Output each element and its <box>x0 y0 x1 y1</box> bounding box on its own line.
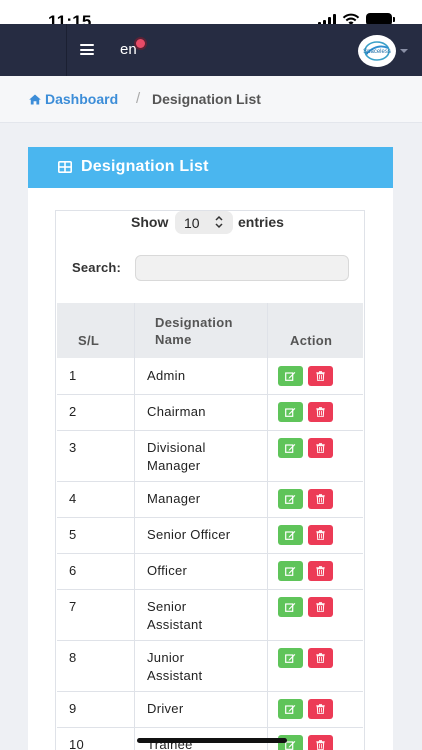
cell-sl: 2 <box>69 404 77 419</box>
search-label: Search: <box>72 260 122 275</box>
entries-label: entries <box>238 214 284 230</box>
delete-button[interactable] <box>308 561 333 581</box>
delete-button[interactable] <box>308 366 333 386</box>
trash-icon <box>316 653 325 663</box>
edit-icon <box>285 408 296 417</box>
edit-icon <box>285 654 296 663</box>
cell-designation-name: Officer <box>147 563 188 578</box>
cell-designation-name: Assistant <box>147 617 203 632</box>
delete-button[interactable] <box>308 489 333 509</box>
show-label: Show <box>131 214 169 230</box>
cell-sl: 10 <box>69 737 85 750</box>
hamburger-menu-icon[interactable] <box>80 44 94 55</box>
card-title: Designation List <box>81 158 209 175</box>
edit-button[interactable] <box>278 699 303 719</box>
edit-icon <box>285 705 296 714</box>
breadcrumb-current: Designation List <box>152 91 261 107</box>
home-icon <box>29 94 41 104</box>
edit-button[interactable] <box>278 438 303 458</box>
delete-button[interactable] <box>308 699 333 719</box>
edit-icon <box>285 372 296 381</box>
chevron-updown-icon <box>215 215 223 229</box>
column-header-sl[interactable]: S/L <box>78 332 99 349</box>
edit-button[interactable] <box>278 525 303 545</box>
user-avatar[interactable]: Spaceless <box>358 35 396 67</box>
breadcrumb-dashboard-label: Dashboard <box>45 91 119 107</box>
trash-icon <box>316 740 325 750</box>
column-header-action: Action <box>290 333 333 348</box>
delete-button[interactable] <box>308 735 333 750</box>
cell-designation-name: Driver <box>147 701 184 716</box>
edit-icon <box>285 603 296 612</box>
column-divider <box>267 303 268 750</box>
table-icon <box>58 161 72 173</box>
cell-designation-name: Assistant <box>147 668 203 683</box>
edit-icon <box>285 444 296 453</box>
cell-designation-name: Admin <box>147 368 186 383</box>
delete-button[interactable] <box>308 402 333 422</box>
delete-button[interactable] <box>308 438 333 458</box>
delete-button[interactable] <box>308 525 333 545</box>
cell-designation-name: Junior <box>147 650 185 665</box>
entries-select-value: 10 <box>184 215 200 231</box>
cell-designation-name: Divisional <box>147 440 206 455</box>
cell-sl: 8 <box>69 650 77 665</box>
edit-button[interactable] <box>278 489 303 509</box>
edit-button[interactable] <box>278 402 303 422</box>
column-header-name-line1[interactable]: Designation <box>155 314 233 331</box>
home-indicator[interactable] <box>137 738 287 743</box>
edit-icon <box>285 531 296 540</box>
navbar-divider <box>66 24 67 76</box>
trash-icon <box>316 602 325 612</box>
language-selector[interactable]: en <box>120 41 137 58</box>
breadcrumb-dashboard-link[interactable]: Dashboard <box>29 91 118 107</box>
edit-button[interactable] <box>278 597 303 617</box>
cell-sl: 7 <box>69 599 77 614</box>
cell-designation-name: Senior <box>147 599 187 614</box>
svg-text:Spaceless: Spaceless <box>363 49 391 55</box>
delete-button[interactable] <box>308 648 333 668</box>
status-bar: 11:15 <box>0 0 422 31</box>
trash-icon <box>316 704 325 714</box>
user-menu-caret-icon[interactable] <box>400 49 408 53</box>
logo-icon: Spaceless <box>363 41 391 61</box>
edit-button[interactable] <box>278 366 303 386</box>
trash-icon <box>316 530 325 540</box>
breadcrumb-separator: / <box>136 90 141 107</box>
edit-icon <box>285 567 296 576</box>
delete-button[interactable] <box>308 597 333 617</box>
column-header-name-line2[interactable]: Name <box>155 331 192 348</box>
trash-icon <box>316 371 325 381</box>
cell-designation-name: Chairman <box>147 404 206 419</box>
cell-sl: 6 <box>69 563 77 578</box>
trash-icon <box>316 443 325 453</box>
edit-icon <box>285 495 296 504</box>
edit-button[interactable] <box>278 561 303 581</box>
cell-sl: 4 <box>69 491 77 506</box>
trash-icon <box>316 407 325 417</box>
cell-designation-name: Manager <box>147 458 201 473</box>
search-input[interactable] <box>135 255 349 281</box>
edit-button[interactable] <box>278 648 303 668</box>
cell-sl: 5 <box>69 527 77 542</box>
cell-sl: 3 <box>69 440 77 455</box>
cell-sl: 9 <box>69 701 77 716</box>
notification-dot <box>136 39 145 48</box>
cell-sl: 1 <box>69 368 77 383</box>
cell-designation-name: Senior Officer <box>147 527 231 542</box>
trash-icon <box>316 494 325 504</box>
cell-designation-name: Manager <box>147 491 201 506</box>
trash-icon <box>316 566 325 576</box>
column-divider <box>134 303 135 750</box>
